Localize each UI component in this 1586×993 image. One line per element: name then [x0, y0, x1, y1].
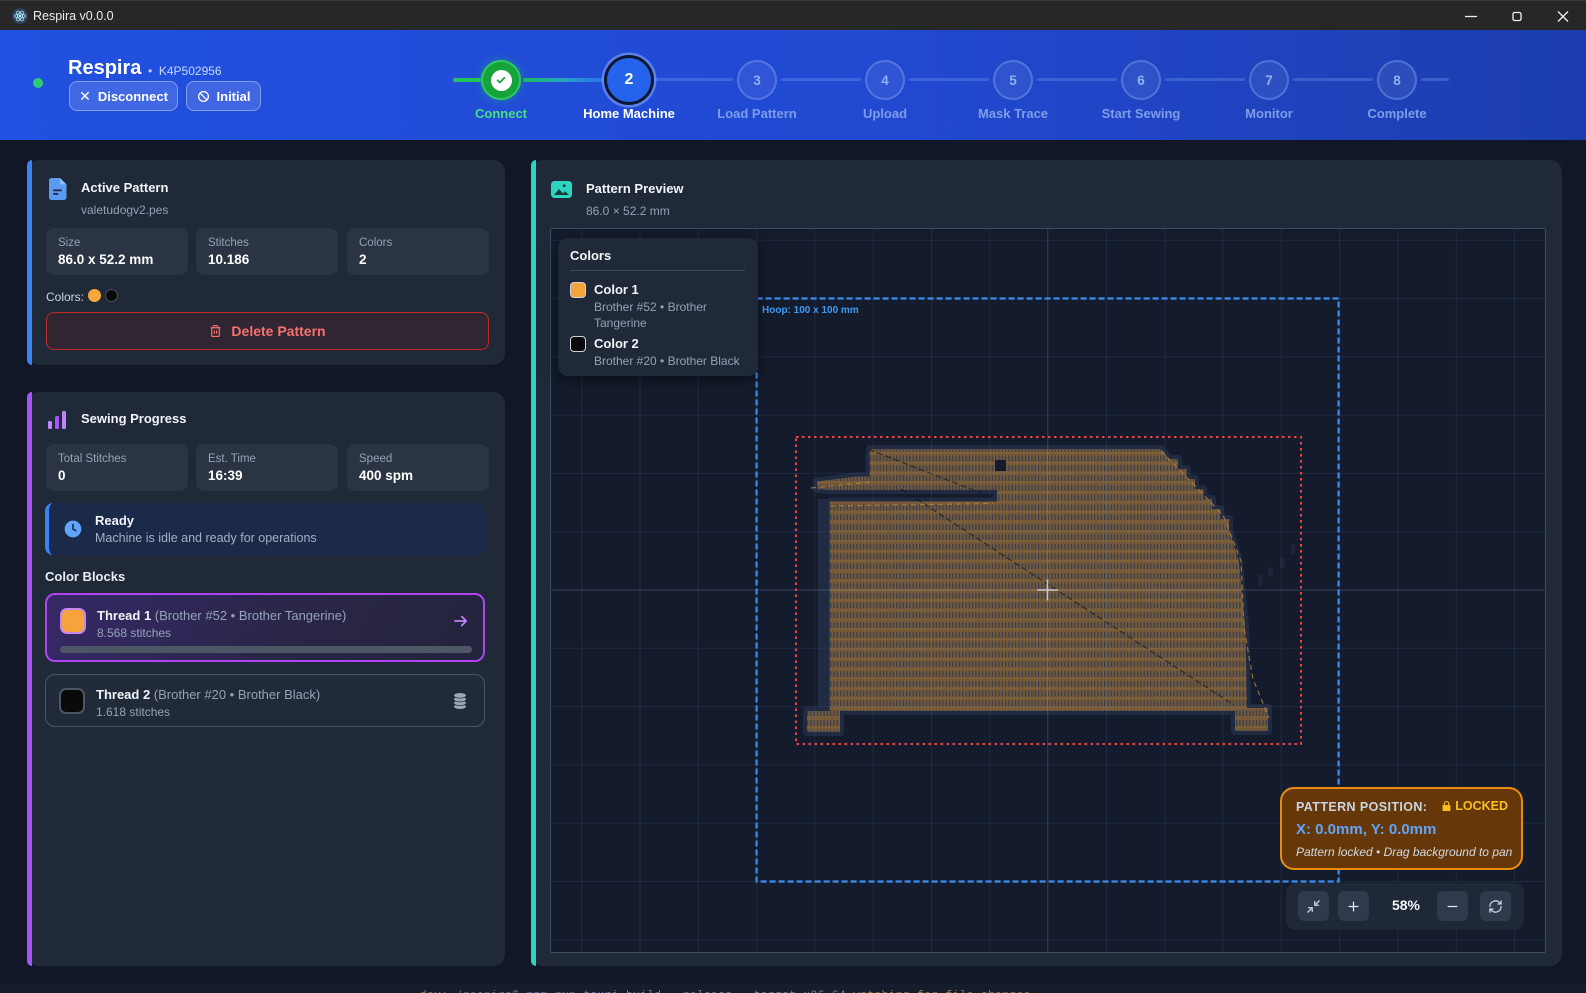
- svg-text:Hoop: 100 x 100 mm: Hoop: 100 x 100 mm: [762, 305, 859, 316]
